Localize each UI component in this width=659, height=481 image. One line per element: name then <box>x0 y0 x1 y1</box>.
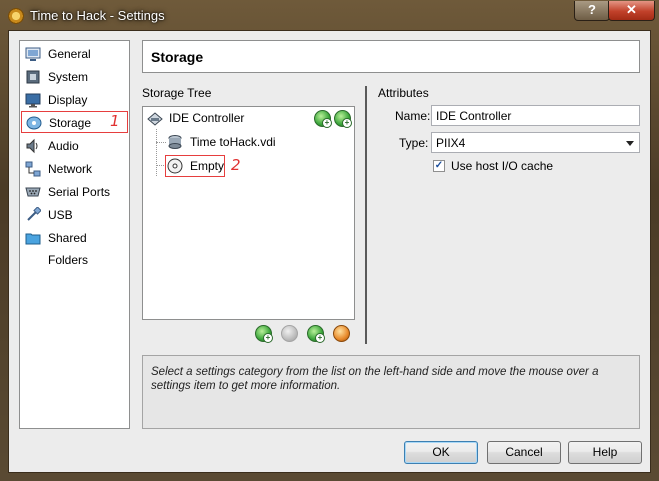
window-title: Time to Hack - Settings <box>30 8 165 23</box>
serial-ports-icon <box>25 187 41 197</box>
cancel-button[interactable]: Cancel <box>487 441 561 464</box>
add-controller-attachment-icon[interactable]: + <box>314 110 332 128</box>
category-general[interactable]: General <box>21 43 128 65</box>
title-bar[interactable]: Time to Hack - Settings ? ✕ <box>0 0 659 30</box>
name-label: Name: <box>395 109 431 123</box>
add-controller-button[interactable]: + <box>255 325 273 343</box>
attributes-label: Attributes <box>378 86 429 100</box>
tree-connector <box>156 129 157 176</box>
hard-disk-icon <box>168 135 182 149</box>
storage-icon <box>26 116 42 130</box>
host-io-cache-label[interactable]: Use host I/O cache <box>451 159 553 173</box>
category-display[interactable]: Display <box>21 89 128 111</box>
dialog-client-area: General System Display Storage Audio Net… <box>8 30 651 473</box>
system-icon <box>26 70 40 84</box>
category-serial-ports[interactable]: Serial Ports <box>21 181 128 203</box>
close-button[interactable]: ✕ <box>608 1 655 21</box>
category-audio[interactable]: Audio <box>21 135 128 157</box>
type-selected-value: PIIX4 <box>436 136 466 150</box>
page-title-box: Storage <box>142 40 640 73</box>
storage-tree[interactable]: IDE Controller + + Time toHack.vdi Empty… <box>142 106 355 320</box>
shared-folders-icon <box>25 233 41 245</box>
host-io-cache-checkbox[interactable]: ✓ <box>433 160 445 172</box>
highlight-empty <box>165 155 225 177</box>
ok-button[interactable]: OK <box>404 441 478 464</box>
help-caption-button[interactable]: ? <box>574 1 610 21</box>
display-icon <box>25 93 41 108</box>
usb-icon <box>27 207 41 221</box>
info-panel: Select a settings category from the list… <box>142 355 640 429</box>
tree-item-hard-disk[interactable]: Time toHack.vdi <box>167 132 347 152</box>
name-input[interactable] <box>431 105 640 126</box>
annotation-number-1: 1 <box>110 112 120 130</box>
controller-icon <box>147 112 163 126</box>
audio-icon <box>26 138 38 154</box>
category-network[interactable]: Network <box>21 158 128 180</box>
remove-controller-button[interactable] <box>281 325 298 342</box>
category-shared-folders[interactable]: Shared Folders <box>21 227 128 267</box>
add-hard-disk-icon[interactable]: + <box>334 110 352 128</box>
type-select[interactable]: PIIX4 <box>431 132 640 153</box>
page-title: Storage <box>151 49 204 65</box>
annotation-number-2: 2 <box>231 156 241 174</box>
help-button[interactable]: Help <box>568 441 642 464</box>
category-system[interactable]: System <box>21 66 128 88</box>
general-icon <box>25 47 41 61</box>
category-usb[interactable]: USB <box>21 204 128 226</box>
chevron-down-icon <box>626 141 634 146</box>
category-list: General System Display Storage Audio Net… <box>19 40 130 429</box>
storage-tree-label: Storage Tree <box>142 86 212 100</box>
panel-separator <box>365 86 367 344</box>
add-attachment-button[interactable]: + <box>307 325 325 343</box>
network-icon <box>25 161 41 177</box>
remove-attachment-button[interactable] <box>333 325 350 342</box>
settings-window: Time to Hack - Settings ? ✕ General Syst… <box>0 0 659 481</box>
virtualbox-icon <box>8 8 24 24</box>
type-label: Type: <box>399 136 429 150</box>
tree-connector <box>156 142 166 143</box>
